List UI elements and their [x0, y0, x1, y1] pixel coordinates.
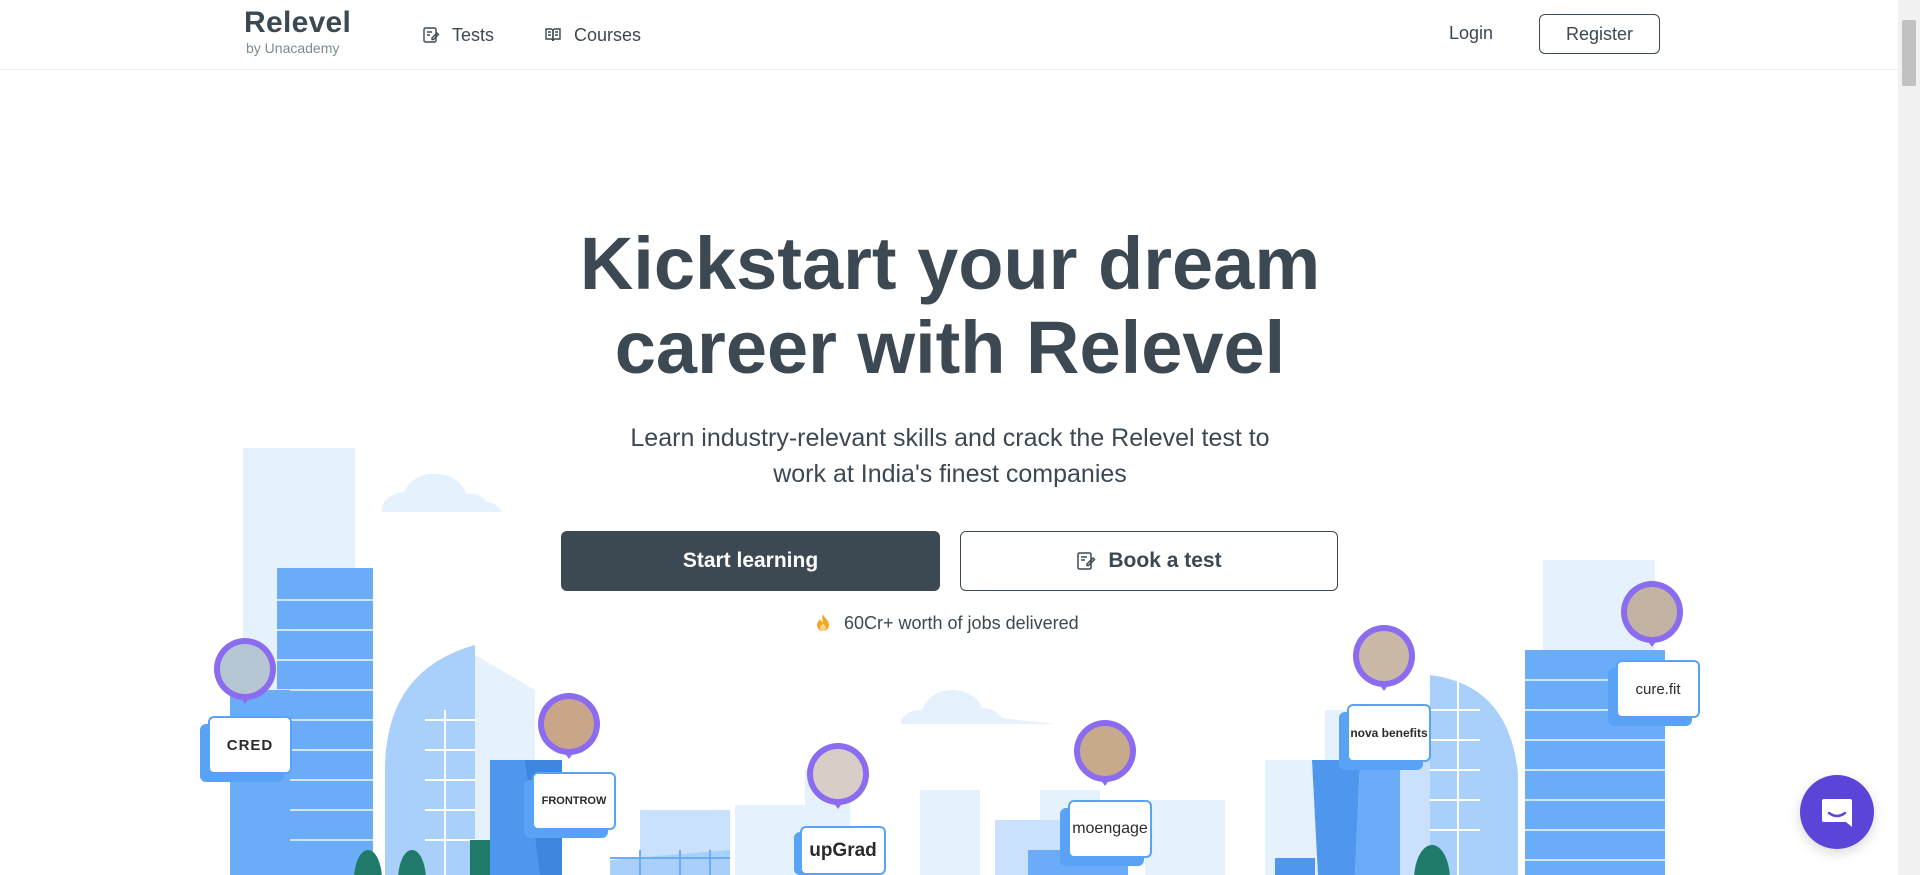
- edit-note-icon: [423, 27, 440, 43]
- book-icon: [545, 28, 561, 42]
- hero-title-line2: career with Relevel: [614, 306, 1286, 389]
- hero-subtitle-line2: work at India's finest companies: [773, 460, 1127, 488]
- register-button[interactable]: Register: [1539, 14, 1660, 54]
- flame-icon: [817, 614, 829, 631]
- avatar-upgrad: [807, 743, 869, 809]
- nav-courses[interactable]: Courses: [544, 22, 641, 48]
- avatar-cred: [214, 638, 276, 704]
- company-logo-frontrow: FRONTROW: [532, 772, 616, 830]
- avatar-moengage: [1074, 720, 1136, 786]
- company-logo-cred: CRED: [208, 716, 292, 774]
- chat-widget-button[interactable]: [1800, 775, 1874, 849]
- company-logo-nova-benefits: nova benefits: [1347, 704, 1431, 762]
- jobs-stat-text: 60Cr+ worth of jobs delivered: [844, 612, 1079, 633]
- page-scrollbar[interactable]: [1898, 0, 1920, 875]
- avatar-nova: [1353, 625, 1415, 691]
- company-logo-curefit: cure.fit: [1616, 660, 1700, 718]
- nav-courses-label: Courses: [574, 24, 642, 45]
- company-logo-upgrad: upGrad: [800, 826, 886, 875]
- nav-tests[interactable]: Tests: [422, 22, 494, 48]
- hero-subtitle: Learn industry-relevant skills and crack…: [600, 420, 1300, 492]
- city-skyline-illustration: [230, 448, 1665, 875]
- avatar-curefit: [1621, 581, 1683, 647]
- edit-note-icon: [1077, 552, 1096, 570]
- hero-title: Kickstart your dream career with Relevel: [560, 222, 1340, 390]
- nav-tests-label: Tests: [452, 24, 495, 45]
- avatar-frontrow: [538, 693, 600, 759]
- company-logo-moengage: moengage: [1068, 800, 1152, 858]
- scrollbar-thumb[interactable]: [1902, 20, 1916, 86]
- start-learning-button[interactable]: Start learning: [561, 531, 940, 591]
- hero-subtitle-line1: Learn industry-relevant skills and crack…: [630, 424, 1270, 452]
- brand-logo[interactable]: Relevel by Unacademy: [244, 6, 352, 57]
- top-nav-bar: Relevel by Unacademy Tests Courses Login…: [0, 0, 1898, 70]
- jobs-stat: 60Cr+ worth of jobs delivered: [814, 612, 1079, 634]
- hero-title-line1: Kickstart your dream: [579, 222, 1321, 305]
- chat-icon: [1822, 799, 1852, 827]
- book-test-label: Book a test: [1108, 549, 1222, 572]
- book-test-button[interactable]: Book a test: [960, 531, 1338, 591]
- login-link[interactable]: Login: [1449, 23, 1493, 44]
- brand-subtitle: by Unacademy: [246, 40, 340, 56]
- brand-name: Relevel: [244, 6, 352, 39]
